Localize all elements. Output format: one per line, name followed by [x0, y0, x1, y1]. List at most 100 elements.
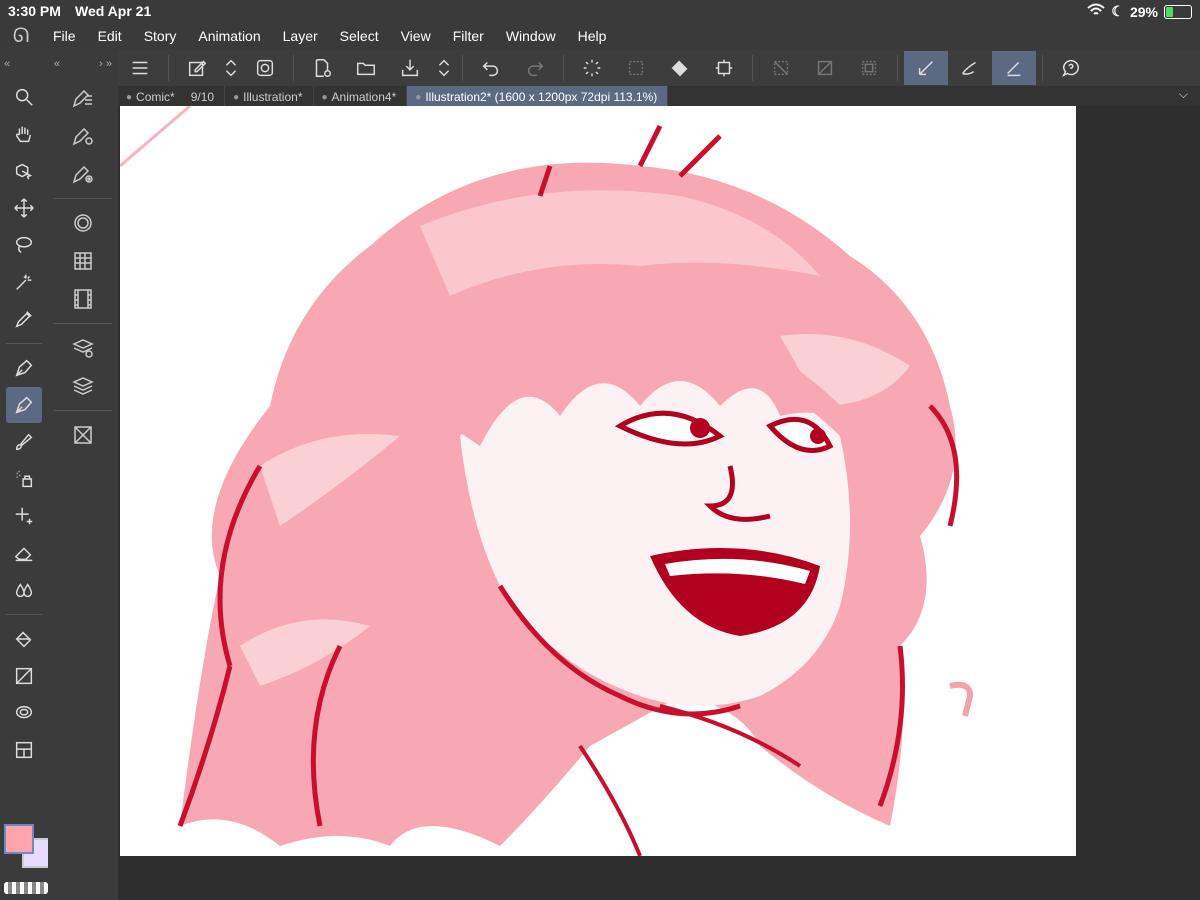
- collapse-sub-right-icon[interactable]: › »: [99, 58, 112, 70]
- stepper-button[interactable]: [219, 51, 243, 85]
- crop-button[interactable]: [702, 51, 746, 85]
- tool-decoration[interactable]: [6, 498, 42, 534]
- collapse-left-icon[interactable]: «: [4, 58, 10, 70]
- tool-divider: [6, 343, 42, 344]
- tool-hand[interactable]: [6, 116, 42, 152]
- edit-button[interactable]: [175, 51, 219, 85]
- menu-story[interactable]: Story: [133, 28, 188, 44]
- undo-button[interactable]: [469, 51, 513, 85]
- transform-button[interactable]: [614, 51, 658, 85]
- navigator[interactable]: [63, 417, 103, 453]
- menu-view[interactable]: View: [390, 28, 442, 44]
- tool-airbrush[interactable]: [6, 461, 42, 497]
- color-wheel[interactable]: [63, 205, 103, 241]
- menu-select[interactable]: Select: [329, 28, 390, 44]
- tab-comic[interactable]: ● Comic* 9/10: [118, 86, 226, 106]
- open-button[interactable]: [344, 51, 388, 85]
- tool-brush[interactable]: [6, 424, 42, 460]
- crop-icon: [715, 59, 733, 77]
- layer-property-icon: [72, 339, 94, 358]
- cmd-divider: [1042, 55, 1043, 81]
- tab-dot-icon: ●: [126, 91, 133, 103]
- tool-move[interactable]: [6, 190, 42, 226]
- invert-selection-button[interactable]: [803, 51, 847, 85]
- figure-icon: [15, 705, 33, 719]
- cmd-divider: [293, 55, 294, 81]
- tool-gradient[interactable]: [6, 658, 42, 694]
- magic-wand-icon: [16, 274, 32, 290]
- color-set-icon: [74, 252, 92, 270]
- loading-button[interactable]: [570, 51, 614, 85]
- menu-animation[interactable]: Animation: [187, 28, 271, 44]
- menu-bar: ᘏ File Edit Story Animation Layer Select…: [0, 22, 1200, 50]
- menu-filter[interactable]: Filter: [442, 28, 495, 44]
- tool-zoom[interactable]: [6, 79, 42, 115]
- tool-blend[interactable]: [6, 572, 42, 608]
- tab-illustration2[interactable]: ● Illustration2* (1600 x 1200px 72dpi 11…: [407, 86, 669, 106]
- menu-window[interactable]: Window: [495, 28, 567, 44]
- stabilize-button[interactable]: [992, 51, 1036, 85]
- tool-eraser[interactable]: [6, 535, 42, 571]
- tool-frame[interactable]: [6, 732, 42, 768]
- drawing-canvas[interactable]: [120, 106, 1076, 856]
- menu-edit[interactable]: Edit: [87, 28, 133, 44]
- moon-icon: ☾: [1111, 3, 1124, 19]
- cmd-divider: [462, 55, 463, 81]
- sub-tool-detail[interactable]: [63, 80, 103, 116]
- redo-icon: [527, 61, 544, 77]
- ruler-snap-icon: [918, 61, 933, 76]
- battery-percent: 29%: [1129, 3, 1158, 20]
- menu-help[interactable]: Help: [567, 28, 618, 44]
- tool-object[interactable]: [6, 153, 42, 189]
- tab-animation4[interactable]: ● Animation4*: [314, 86, 408, 106]
- foreground-color-swatch[interactable]: [4, 824, 34, 854]
- status-bar: 3:30 PM Wed Apr 21 ☾ 29%: [0, 0, 1200, 22]
- command-bar: [118, 50, 1200, 86]
- save-button[interactable]: [388, 51, 432, 85]
- menu-file[interactable]: File: [42, 28, 87, 44]
- chevron-down-icon[interactable]: ⌵: [1179, 87, 1188, 102]
- help-button[interactable]: [1049, 51, 1093, 85]
- tool-property[interactable]: [63, 118, 103, 154]
- transparent-color-swatch[interactable]: [4, 882, 48, 894]
- status-time: 3:30 PM: [8, 3, 61, 19]
- color-set[interactable]: [63, 243, 103, 279]
- status-right: ☾ 29%: [1087, 3, 1192, 20]
- brush-setting-button[interactable]: [948, 51, 992, 85]
- collapse-sub-left-icon[interactable]: «: [54, 58, 60, 70]
- tool-fill[interactable]: [6, 621, 42, 657]
- tool-pencil[interactable]: [6, 387, 42, 423]
- tool-eyedropper[interactable]: [6, 301, 42, 337]
- deselect-button[interactable]: [759, 51, 803, 85]
- timeline[interactable]: [63, 281, 103, 317]
- layers[interactable]: [63, 368, 103, 404]
- workspace: [118, 106, 1200, 900]
- tool-figure[interactable]: [6, 695, 42, 731]
- tool-pen[interactable]: [6, 350, 42, 386]
- tab-label: Comic*: [136, 90, 175, 104]
- hamburger-button[interactable]: [118, 51, 162, 85]
- tool-lasso[interactable]: [6, 227, 42, 263]
- pencil-nib-icon: [15, 396, 33, 414]
- ruler-snap-button[interactable]: [904, 51, 948, 85]
- gradient-icon: [15, 667, 33, 685]
- object-select-icon: [15, 163, 33, 180]
- tab-illustration[interactable]: ● Illustration*: [225, 86, 314, 106]
- frame-border-icon: [15, 741, 33, 759]
- companion-button[interactable]: [243, 51, 287, 85]
- fill-button[interactable]: [658, 51, 702, 85]
- save-stepper-button[interactable]: [432, 51, 456, 85]
- wifi-icon: [1087, 3, 1106, 20]
- color-wheel-icon: [74, 214, 92, 232]
- tab-label: Illustration2* (1600 x 1200px 72dpi 113.…: [425, 90, 658, 104]
- menu-layer[interactable]: Layer: [272, 28, 329, 44]
- new-button[interactable]: [300, 51, 344, 85]
- redo-button[interactable]: [513, 51, 557, 85]
- hamburger-icon: [132, 61, 148, 75]
- layer-property[interactable]: [63, 330, 103, 366]
- deselect-icon: [773, 60, 789, 76]
- app-logo-icon[interactable]: ᘏ: [0, 25, 42, 48]
- tool-auto-select[interactable]: [6, 264, 42, 300]
- select-all-button[interactable]: [847, 51, 891, 85]
- brush-size[interactable]: [63, 156, 103, 192]
